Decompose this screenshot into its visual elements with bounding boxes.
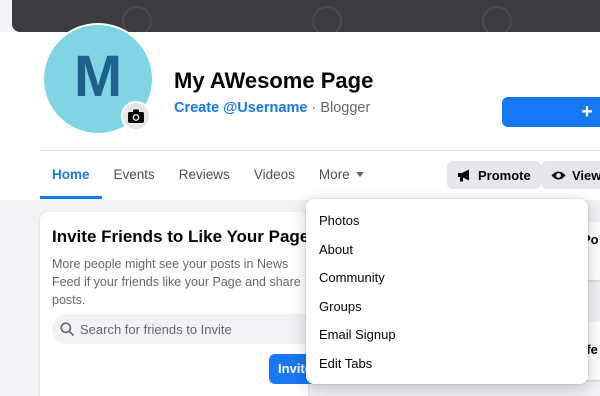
cover-doodle: [482, 6, 512, 32]
avatar-letter: M: [73, 43, 123, 109]
plus-icon: +: [581, 100, 593, 123]
camera-button[interactable]: [121, 101, 151, 131]
view-as-button[interactable]: View: [541, 161, 600, 189]
menu-item-community[interactable]: Community: [306, 264, 588, 293]
tab-home[interactable]: Home: [40, 151, 102, 199]
more-dropdown-menu: Photos About Community Groups Email Sign…: [306, 199, 588, 384]
cover-doodle: [122, 6, 152, 32]
page-tab-bar: Home Events Reviews Videos More: [40, 151, 376, 199]
tab-reviews[interactable]: Reviews: [167, 151, 242, 199]
search-icon: [60, 322, 74, 336]
separator-dot: ·: [311, 100, 317, 116]
promote-label: Promote: [478, 167, 531, 183]
friend-search-input[interactable]: [80, 321, 300, 337]
primary-action-button[interactable]: +: [502, 97, 600, 127]
menu-item-groups[interactable]: Groups: [306, 293, 588, 322]
megaphone-icon: [458, 169, 469, 181]
tab-events[interactable]: Events: [102, 151, 167, 199]
page-title: My AWesome Page: [174, 68, 374, 93]
invite-card-title: Invite Friends to Like Your Page: [52, 227, 310, 246]
create-username-link[interactable]: Create @Username: [174, 100, 307, 116]
invite-friends-card: Invite Friends to Like Your Page More pe…: [40, 212, 329, 396]
page-subtitle: Create @Username · Blogger: [174, 100, 370, 116]
camera-icon: [128, 109, 144, 123]
eye-icon: [551, 171, 566, 179]
invite-card-description: More people might see your posts in News…: [52, 257, 301, 307]
menu-item-photos[interactable]: Photos: [306, 207, 588, 236]
promote-button[interactable]: Promote: [447, 161, 541, 189]
view-label: View: [572, 167, 600, 183]
menu-item-edit-tabs[interactable]: Edit Tabs: [306, 350, 588, 379]
tab-more[interactable]: More: [307, 151, 376, 199]
friend-search-field[interactable]: [52, 314, 320, 344]
tab-more-label: More: [318, 167, 350, 182]
page-category: Blogger: [320, 100, 371, 116]
cover-doodle: [312, 6, 342, 32]
caret-down-icon: [355, 171, 364, 177]
tab-videos[interactable]: Videos: [242, 151, 307, 199]
menu-item-about[interactable]: About: [306, 236, 588, 265]
menu-item-email-signup[interactable]: Email Signup: [306, 321, 588, 350]
